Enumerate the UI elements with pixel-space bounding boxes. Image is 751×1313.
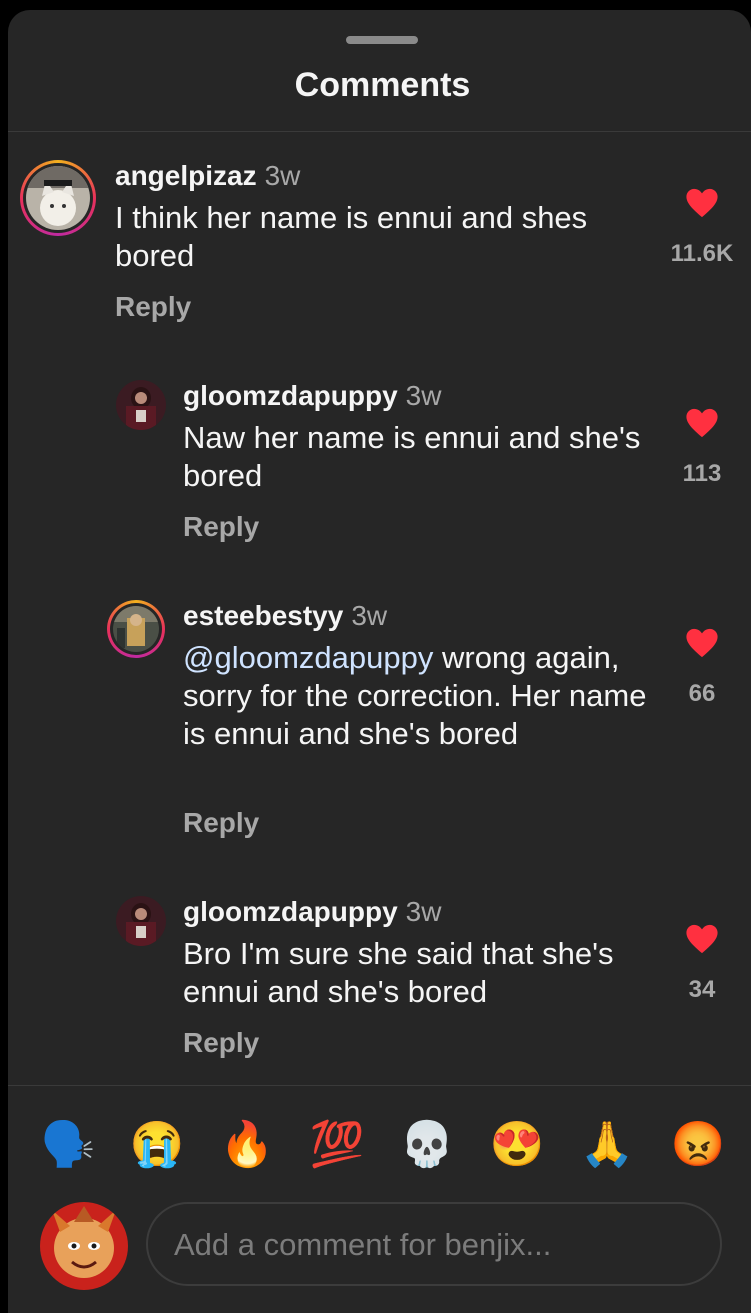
speaking-head-emoji-button[interactable]: 🗣️ — [38, 1115, 98, 1175]
comment-username[interactable]: esteebestyy — [183, 600, 343, 631]
composer-divider — [8, 1085, 751, 1086]
comment-text: Naw her name is ennui and she's bored — [183, 420, 641, 493]
heart-filled-icon[interactable] — [685, 407, 719, 439]
sheet-grabber[interactable] — [346, 36, 418, 44]
avatar[interactable] — [116, 896, 166, 946]
like-count: 11.6K — [670, 240, 734, 267]
comment-time: 3w — [351, 600, 388, 631]
header-divider — [8, 131, 751, 132]
reply-button[interactable]: Reply — [183, 807, 259, 839]
heart-filled-icon[interactable] — [685, 923, 719, 955]
avatar-story-ring[interactable] — [20, 160, 96, 236]
comment-username[interactable]: gloomzdapuppy — [183, 380, 398, 411]
comment-time: 3w — [405, 896, 442, 927]
comment-username[interactable]: gloomzdapuppy — [183, 896, 398, 927]
avatar-story-ring[interactable] — [107, 600, 165, 658]
hundred-emoji-button[interactable]: 💯 — [307, 1115, 367, 1175]
heart-eyes-emoji-button[interactable]: 😍 — [487, 1115, 547, 1175]
comment-input-container[interactable] — [146, 1202, 722, 1286]
quick-reactions-bar: 🗣️ 😭 🔥 💯 💀 😍 🙏 😡 — [8, 1115, 751, 1175]
reply-button[interactable]: Reply — [115, 291, 191, 323]
heart-filled-icon[interactable] — [685, 187, 719, 219]
crying-emoji-button[interactable]: 😭 — [127, 1115, 187, 1175]
comment-time: 3w — [264, 160, 301, 191]
angry-emoji-button[interactable]: 😡 — [668, 1115, 728, 1175]
sheet-title: Comments — [294, 66, 471, 104]
heart-filled-icon[interactable] — [685, 627, 719, 659]
praying-hands-emoji-button[interactable]: 🙏 — [577, 1115, 637, 1175]
comment-text: @gloomzdapuppy wrong again, sorry for th… — [183, 639, 653, 753]
comment-username[interactable]: angelpizaz — [115, 160, 257, 191]
like-count: 113 — [682, 460, 722, 487]
like-count: 34 — [688, 976, 716, 1003]
avatar — [113, 606, 159, 652]
mention-link[interactable]: @gloomzdapuppy — [183, 640, 433, 675]
current-user-avatar — [40, 1202, 128, 1290]
like-count: 66 — [688, 680, 716, 707]
comment-text: I think her name is ennui and shes bored — [115, 200, 588, 273]
comment-input[interactable] — [172, 1204, 696, 1286]
reply-button[interactable]: Reply — [183, 1027, 259, 1059]
comment-text: Bro I'm sure she said that she's ennui a… — [183, 936, 614, 1009]
comment-time: 3w — [405, 380, 442, 411]
avatar — [26, 166, 90, 230]
skull-emoji-button[interactable]: 💀 — [397, 1115, 457, 1175]
fire-emoji-button[interactable]: 🔥 — [217, 1115, 277, 1175]
avatar[interactable] — [116, 380, 166, 430]
reply-button[interactable]: Reply — [183, 511, 259, 543]
comments-sheet: Comments angelpizaz 3w I think her name … — [8, 10, 751, 1313]
